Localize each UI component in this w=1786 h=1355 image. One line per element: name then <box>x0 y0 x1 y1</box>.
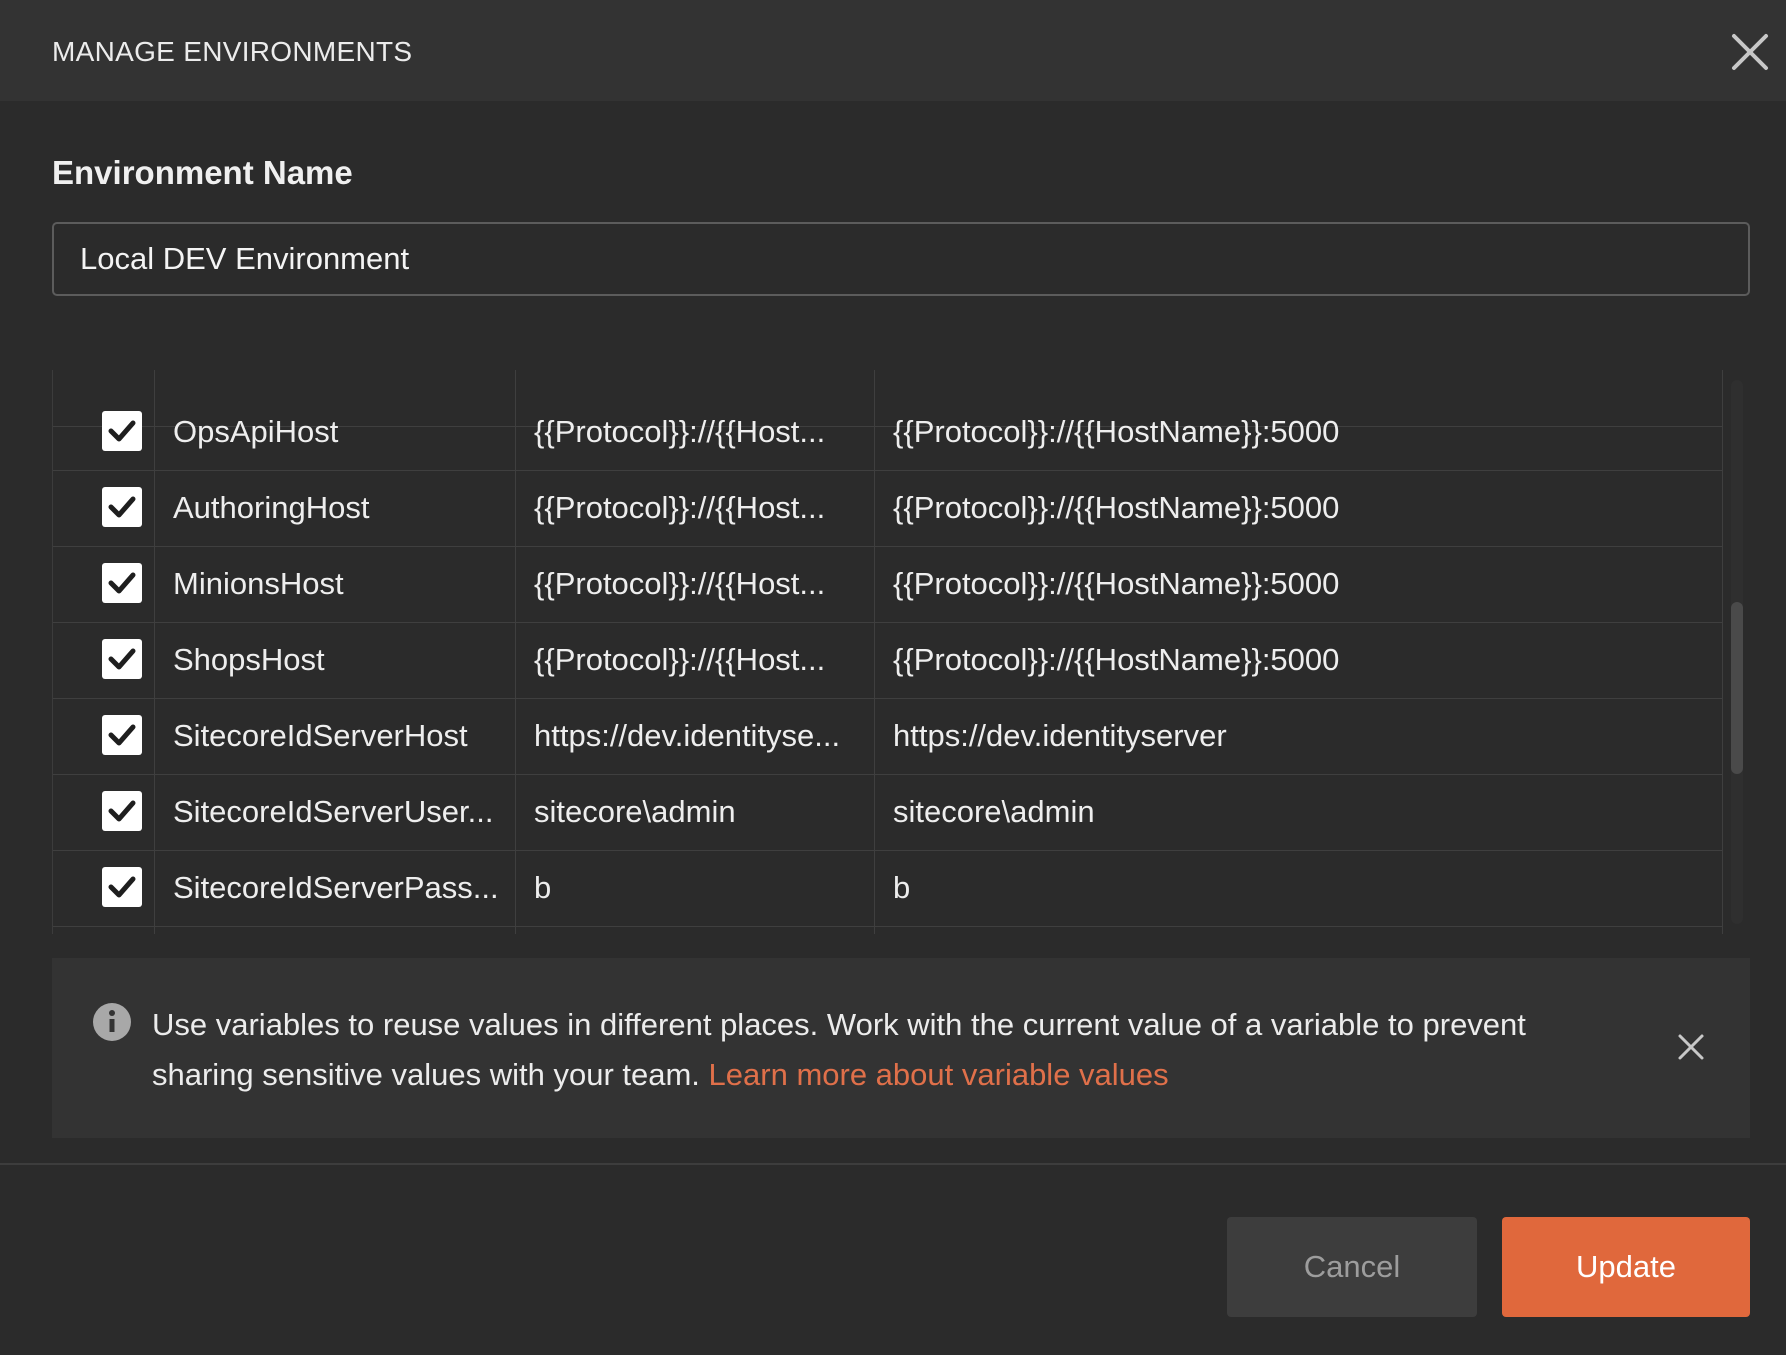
update-button[interactable]: Update <box>1502 1217 1750 1317</box>
variable-name-cell[interactable]: ShopsHost <box>173 622 503 698</box>
enabled-checkbox[interactable] <box>102 715 142 755</box>
current-value-cell[interactable]: sitecore\admin <box>893 774 1693 850</box>
footer-divider <box>0 1163 1786 1165</box>
column-divider <box>515 370 516 934</box>
manage-environments-modal: MANAGE ENVIRONMENTS Environment Name Ops… <box>0 0 1786 1355</box>
close-icon[interactable] <box>1728 30 1772 74</box>
current-value-cell[interactable]: {{Protocol}}://{{HostName}}:5000 <box>893 470 1693 546</box>
current-value-cell[interactable]: https://dev.identityserver <box>893 698 1693 774</box>
initial-value-cell[interactable]: b <box>534 850 864 926</box>
table-row: SitecoreIdServerHost https://dev.identity… <box>53 698 1723 775</box>
variable-name-cell[interactable]: SitecoreIdServerUser... <box>173 774 503 850</box>
table-row: SitecoreIdServerPass... b b <box>53 850 1723 927</box>
info-banner: Use variables to reuse values in differe… <box>52 958 1750 1138</box>
enabled-checkbox[interactable] <box>102 487 142 527</box>
learn-more-link[interactable]: Learn more about variable values <box>709 1057 1169 1092</box>
variable-name-cell[interactable]: OpsApiHost <box>173 394 503 470</box>
variables-table: OpsApiHost {{Protocol}}://{{Host... {{Prot… <box>52 370 1723 934</box>
enabled-checkbox[interactable] <box>102 563 142 603</box>
initial-value-cell[interactable]: https://dev.identityse... <box>534 698 864 774</box>
current-value-cell[interactable]: {{Protocol}}://{{HostName}}:5000 <box>893 546 1693 622</box>
column-divider <box>874 370 875 934</box>
variable-name-cell[interactable]: AuthoringHost <box>173 470 503 546</box>
cancel-button[interactable]: Cancel <box>1227 1217 1477 1317</box>
variable-name-cell[interactable]: MinionsHost <box>173 546 503 622</box>
current-value-cell[interactable]: {{Protocol}}://{{HostName}}:5000 <box>893 394 1693 470</box>
table-row: OpsApiHost {{Protocol}}://{{Host... {{Prot… <box>53 394 1723 471</box>
current-value-cell[interactable]: {{Protocol}}://{{HostName}}:5000 <box>893 622 1693 698</box>
environment-name-input[interactable] <box>52 222 1750 296</box>
enabled-checkbox[interactable] <box>102 411 142 451</box>
table-row: AuthoringHost {{Protocol}}://{{Host... {{P… <box>53 470 1723 547</box>
variable-name-cell[interactable]: SitecoreIdServerHost <box>173 698 503 774</box>
initial-value-cell[interactable]: {{Protocol}}://{{Host... <box>534 394 864 470</box>
enabled-checkbox[interactable] <box>102 639 142 679</box>
current-value-cell[interactable]: b <box>893 850 1693 926</box>
table-row: MinionsHost {{Protocol}}://{{Host... {{Pro… <box>53 546 1723 623</box>
environment-name-label: Environment Name <box>52 154 353 191</box>
initial-value-cell[interactable]: {{Protocol}}://{{Host... <box>534 622 864 698</box>
info-icon <box>92 1002 132 1042</box>
info-close-icon[interactable] <box>1676 1032 1706 1062</box>
table-row: ShopsHost {{Protocol}}://{{Host... {{Proto… <box>53 622 1723 699</box>
table-scrollbar-thumb[interactable] <box>1731 602 1743 774</box>
initial-value-cell[interactable]: {{Protocol}}://{{Host... <box>534 470 864 546</box>
initial-value-cell[interactable]: sitecore\admin <box>534 774 864 850</box>
enabled-checkbox[interactable] <box>102 791 142 831</box>
column-divider <box>1722 370 1723 934</box>
initial-value-cell[interactable]: {{Protocol}}://{{Host... <box>534 546 864 622</box>
column-divider <box>154 370 155 934</box>
variable-name-cell[interactable]: SitecoreIdServerPass... <box>173 850 503 926</box>
modal-header: MANAGE ENVIRONMENTS <box>0 0 1786 101</box>
info-text: Use variables to reuse values in differe… <box>152 1000 1552 1100</box>
enabled-checkbox[interactable] <box>102 867 142 907</box>
table-row: SitecoreIdServerUser... sitecore\admin sit… <box>53 774 1723 851</box>
modal-title: MANAGE ENVIRONMENTS <box>52 36 413 67</box>
